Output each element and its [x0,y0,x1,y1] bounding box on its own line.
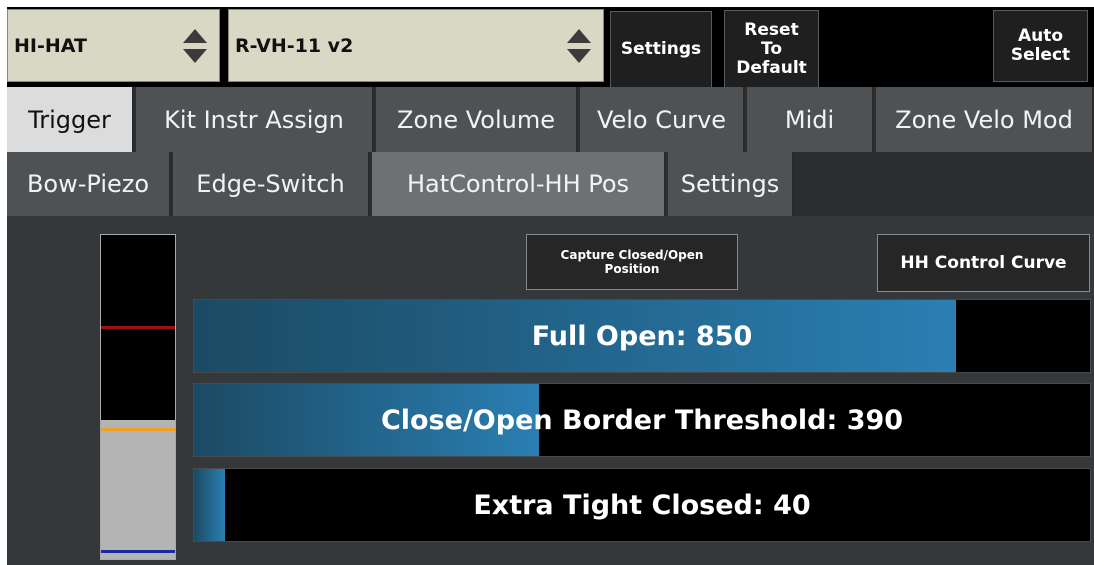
slider-label: Extra Tight Closed: 40 [473,489,811,521]
full-open-marker [101,326,175,329]
capture-closed-open-position-button[interactable]: Capture Closed/Open Position [526,234,738,290]
full-open-slider[interactable]: Full Open: 850 [193,299,1091,373]
meter-level-fill [101,419,175,559]
tab-zone-volume[interactable]: Zone Volume [376,87,578,152]
reset-to-default-button[interactable]: Reset To Default [724,10,819,88]
closed-marker [101,550,175,553]
slider-label: Close/Open Border Threshold: 390 [380,404,904,436]
border-threshold-slider[interactable]: Close/Open Border Threshold: 390 [193,383,1091,457]
app-window: HI-HAT R-VH-11 v2 Settings Reset To Defa… [7,7,1094,565]
tab-hatcontrol-hh-pos[interactable]: HatControl-HH Pos [372,152,666,216]
hh-control-curve-button[interactable]: HH Control Curve [877,234,1090,292]
instrument-select[interactable]: HI-HAT [7,9,220,82]
tab-zone-velo-mod[interactable]: Zone Velo Mod [876,87,1094,152]
secondary-tab-bar: Bow-Piezo Edge-Switch HatControl-HH Pos … [7,152,1094,216]
threshold-marker [101,428,175,431]
tab-midi[interactable]: Midi [747,87,874,152]
instrument-select-value: HI-HAT [14,34,87,57]
up-down-arrows-icon [183,28,207,63]
auto-select-button[interactable]: Auto Select [993,10,1088,82]
tab-edge-switch[interactable]: Edge-Switch [173,152,370,216]
extra-tight-closed-slider[interactable]: Extra Tight Closed: 40 [193,468,1091,542]
slider-label: Full Open: 850 [531,320,753,352]
tab-bow-piezo[interactable]: Bow-Piezo [7,152,171,216]
tab-kit-instr-assign[interactable]: Kit Instr Assign [136,87,374,152]
pad-select[interactable]: R-VH-11 v2 [228,9,604,82]
primary-tab-bar: Trigger Kit Instr Assign Zone Volume Vel… [7,87,1094,152]
up-down-arrows-icon [567,28,591,63]
tab-velo-curve[interactable]: Velo Curve [580,87,745,152]
tab-settings[interactable]: Settings [668,152,794,216]
main-panel: Capture Closed/Open Position HH Control … [7,216,1094,565]
settings-button[interactable]: Settings [610,11,712,88]
tab-trigger[interactable]: Trigger [7,87,134,152]
hh-position-meter [100,234,176,560]
pad-select-value: R-VH-11 v2 [235,34,354,57]
